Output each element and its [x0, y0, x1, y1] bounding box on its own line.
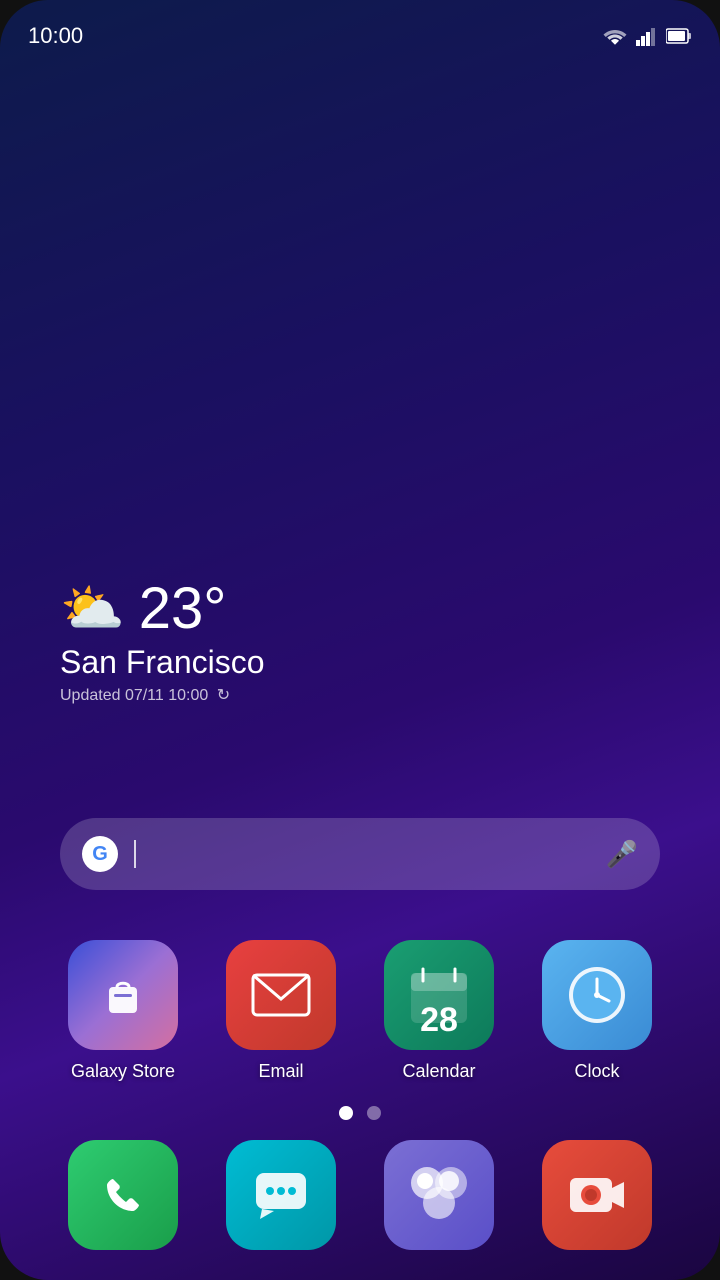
bottom-dock: [0, 1140, 720, 1250]
page-dot-1[interactable]: [339, 1106, 353, 1120]
status-bar: 10:00: [0, 0, 720, 60]
weather-temp: 23°: [139, 580, 227, 638]
google-logo: G: [82, 836, 118, 872]
email-icon: [226, 940, 336, 1050]
calendar-icon: 28: [384, 940, 494, 1050]
phone-icon: [68, 1140, 178, 1250]
galaxy-store-label: Galaxy Store: [71, 1060, 175, 1083]
clock-label: Clock: [574, 1060, 619, 1083]
games-icon: [384, 1140, 494, 1250]
weather-city: San Francisco: [60, 644, 265, 681]
mic-icon[interactable]: 🎤: [606, 839, 638, 870]
refresh-icon: ↻: [217, 685, 230, 705]
status-icons: [602, 26, 692, 46]
search-input[interactable]: [130, 818, 594, 890]
app-grid: Galaxy Store Email 28: [0, 940, 720, 1083]
app-item-camera[interactable]: [532, 1140, 662, 1250]
page-dots: [0, 1106, 720, 1120]
wifi-icon: [602, 26, 628, 46]
messages-svg: [252, 1169, 310, 1221]
app-item-phone[interactable]: [58, 1140, 188, 1250]
weather-updated: Updated 07/11 10:00 ↻: [60, 685, 265, 705]
games-svg: [405, 1161, 473, 1229]
email-label: Email: [258, 1060, 303, 1083]
app-item-calendar[interactable]: 28 Calendar: [374, 940, 504, 1083]
weather-widget[interactable]: ⛅ 23° San Francisco Updated 07/11 10:00 …: [60, 580, 265, 705]
clock-icon: [542, 940, 652, 1050]
app-item-clock[interactable]: Clock: [532, 940, 662, 1083]
status-time: 10:00: [28, 23, 83, 49]
signal-icon: [636, 26, 658, 46]
cursor: [134, 840, 136, 868]
phone-screen: 10:00 ⛅ 23: [0, 0, 720, 1280]
search-bar[interactable]: G 🎤: [60, 818, 660, 890]
page-dot-2[interactable]: [367, 1106, 381, 1120]
app-item-galaxy-store[interactable]: Galaxy Store: [58, 940, 188, 1083]
messages-icon: [226, 1140, 336, 1250]
envelope-svg: [251, 973, 311, 1017]
calendar-label: Calendar: [402, 1060, 475, 1083]
bag-svg: [95, 967, 151, 1023]
weather-icon: ⛅: [60, 583, 125, 635]
app-item-email[interactable]: Email: [216, 940, 346, 1083]
app-item-games[interactable]: [374, 1140, 504, 1250]
galaxy-store-icon: [68, 940, 178, 1050]
battery-icon: [666, 27, 692, 45]
phone-svg: [97, 1169, 149, 1221]
calendar-date: 28: [420, 1001, 458, 1040]
camera-svg: [566, 1168, 628, 1222]
clock-svg: [563, 961, 631, 1029]
google-g-letter: G: [92, 843, 108, 866]
camera-record-icon: [542, 1140, 652, 1250]
app-item-messages[interactable]: [216, 1140, 346, 1250]
